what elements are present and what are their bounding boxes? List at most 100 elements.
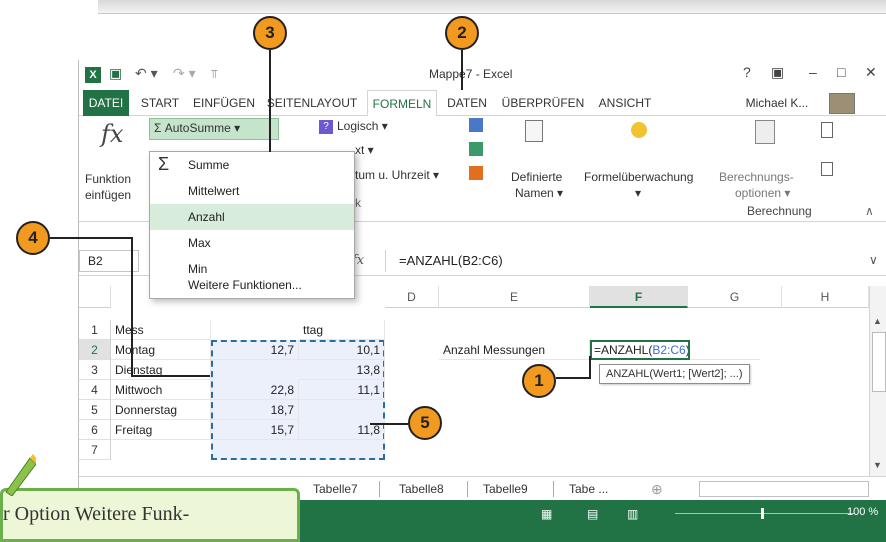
undo-icon[interactable]: ↶ ▾ — [135, 65, 158, 82]
formula-auditing-label[interactable]: Formelüberwachung — [584, 170, 693, 184]
cell-a2[interactable]: Montag — [111, 340, 211, 360]
tab-datei[interactable]: DATEI — [83, 90, 129, 116]
maximize-icon[interactable]: □ — [837, 64, 845, 80]
sheet-tab-tabelle7[interactable]: Tabelle7 — [313, 477, 358, 501]
redo-icon[interactable]: ↷ ▾ — [173, 65, 196, 82]
sheet-divider — [553, 481, 554, 497]
pencil-icon — [5, 454, 36, 496]
formula-auditing-icon[interactable] — [631, 122, 647, 138]
formula-auditing-arrow[interactable]: ▾ — [635, 186, 641, 200]
logical-button[interactable]: Logisch ▾ — [337, 119, 388, 133]
name-box[interactable]: B2 — [79, 250, 139, 272]
cell-a3[interactable]: Dienstag — [111, 360, 211, 380]
zoom-level[interactable]: 100 % — [847, 506, 878, 518]
cell-a6[interactable]: Freitag — [111, 420, 211, 440]
row-header-4[interactable]: 4 — [79, 380, 111, 400]
select-all-corner[interactable] — [79, 286, 111, 308]
cell-c2[interactable]: 10,1 — [299, 340, 385, 360]
zoom-slider[interactable] — [675, 513, 855, 514]
cell-c1[interactable]: ttag — [299, 320, 385, 340]
sheet-tab-more[interactable]: Tabe ... — [569, 477, 608, 501]
normal-view-icon[interactable]: ▦ — [541, 507, 552, 521]
tab-einfuegen[interactable]: EINFÜGEN — [191, 90, 257, 116]
text-button[interactable]: xt ▾ — [355, 143, 374, 157]
calc-options-label-2[interactable]: optionen ▾ — [735, 186, 790, 200]
title-bar: X ▣ ↶ ▾ ↷ ▾ ⫪ Mappe7 - Excel ? ▣ – □ ✕ — [79, 60, 886, 90]
cell-e2[interactable]: Anzahl Messungen — [439, 340, 590, 360]
menu-item-anzahl[interactable]: Anzahl — [150, 204, 354, 230]
cell-b6[interactable]: 15,7 — [211, 420, 299, 440]
ribbon-display-icon[interactable]: ▣ — [771, 64, 784, 81]
menu-item-summe[interactable]: Summe — [150, 152, 354, 178]
menu-item-max[interactable]: Max — [150, 230, 354, 256]
column-header-h[interactable]: H — [782, 286, 869, 308]
tab-ueberpruefen[interactable]: ÜBERPRÜFEN — [497, 90, 589, 116]
sheet-tab-tabelle8[interactable]: Tabelle8 — [399, 477, 444, 501]
zoom-slider-thumb[interactable] — [761, 508, 764, 519]
cell-c6[interactable]: 11,8 — [299, 420, 385, 440]
formula-input[interactable]: =ANZAHL(B2:C6) — [399, 253, 503, 268]
page-break-icon[interactable]: ▥ — [627, 507, 638, 521]
row-header-3[interactable]: 3 — [79, 360, 111, 380]
cell-b2[interactable]: 12,7 — [211, 340, 299, 360]
calc-now-icon[interactable] — [821, 122, 833, 138]
horizontal-scrollbar[interactable] — [699, 481, 869, 497]
calc-options-icon[interactable] — [755, 120, 775, 144]
sheet-tab-tabelle9[interactable]: Tabelle9 — [483, 477, 528, 501]
insert-function-icon[interactable]: fx — [101, 120, 123, 148]
user-name[interactable]: Michael K... — [733, 90, 821, 116]
scroll-down-icon[interactable]: ▼ — [873, 460, 882, 470]
worksheet-grid[interactable]: D E F G H 1 2 3 4 5 6 7 Mess ttag Montag… — [79, 286, 869, 476]
cell-a5[interactable]: Donnerstag — [111, 400, 211, 420]
tab-formeln[interactable]: FORMELN — [367, 90, 437, 117]
defined-names-label[interactable]: Definierte — [511, 170, 562, 184]
menu-item-weitere-funktionen[interactable]: Weitere Funktionen... — [150, 272, 354, 298]
datetime-button[interactable]: tum u. Uhrzeit ▾ — [355, 168, 439, 182]
minimize-icon[interactable]: – — [809, 64, 817, 80]
column-header-g[interactable]: G — [688, 286, 782, 308]
row-header-7[interactable]: 7 — [79, 440, 111, 460]
save-icon[interactable]: ▣ — [109, 65, 122, 82]
row-header-1[interactable]: 1 — [79, 320, 111, 340]
tab-daten[interactable]: DATEN — [439, 90, 495, 116]
math-icon[interactable] — [469, 142, 483, 156]
customize-quickaccess-icon[interactable]: ⫪ — [211, 67, 218, 82]
tab-start[interactable]: START — [131, 90, 189, 116]
row-header-5[interactable]: 5 — [79, 400, 111, 420]
row-header-6[interactable]: 6 — [79, 420, 111, 440]
tab-seitenlayout[interactable]: SEITENLAYOUT — [259, 90, 365, 116]
insert-function-label-2[interactable]: einfügen — [85, 188, 131, 202]
defined-names-icon[interactable] — [525, 120, 543, 142]
cell-c4[interactable]: 11,1 — [299, 380, 385, 400]
vertical-scrollbar[interactable]: ▲ ▼ — [869, 286, 886, 476]
tab-ansicht[interactable]: ANSICHT — [591, 90, 659, 116]
close-icon[interactable]: ✕ — [865, 64, 877, 81]
page-layout-icon[interactable]: ▤ — [587, 507, 598, 521]
help-icon[interactable]: ? — [743, 64, 751, 80]
defined-names-label-2[interactable]: Namen ▾ — [515, 186, 563, 200]
calc-sheet-icon[interactable] — [821, 162, 833, 176]
expand-formula-icon[interactable]: ∨ — [869, 253, 878, 267]
more-functions-icon[interactable] — [469, 166, 483, 180]
add-sheet-icon[interactable]: ⊕ — [651, 477, 663, 501]
column-header-d[interactable]: D — [385, 286, 439, 308]
menu-item-mittelwert[interactable]: Mittelwert — [150, 178, 354, 204]
insert-function-label[interactable]: Funktion — [85, 172, 131, 186]
cell-b5[interactable]: 18,7 — [211, 400, 299, 420]
autosum-button[interactable]: Σ AutoSumme ▾ — [149, 118, 279, 140]
scroll-up-icon[interactable]: ▲ — [873, 316, 882, 326]
cell-b4[interactable]: 22,8 — [211, 380, 299, 400]
collapse-ribbon-icon[interactable]: ∧ — [865, 204, 874, 218]
cell-a1[interactable]: Mess — [111, 320, 211, 340]
row-header-2[interactable]: 2 — [79, 340, 111, 360]
column-header-f[interactable]: F — [590, 286, 688, 308]
cell-a4[interactable]: Mittwoch — [111, 380, 211, 400]
lookup-icon[interactable] — [469, 118, 483, 132]
cell-c3[interactable]: 13,8 — [299, 360, 385, 380]
calc-options-label[interactable]: Berechnungs- — [719, 170, 794, 184]
column-header-e[interactable]: E — [439, 286, 590, 308]
avatar[interactable] — [829, 93, 855, 114]
active-cell-f2[interactable] — [590, 340, 690, 360]
hint-box: r Option Weitere Funk- — [0, 488, 300, 542]
scrollbar-thumb[interactable] — [872, 332, 886, 392]
